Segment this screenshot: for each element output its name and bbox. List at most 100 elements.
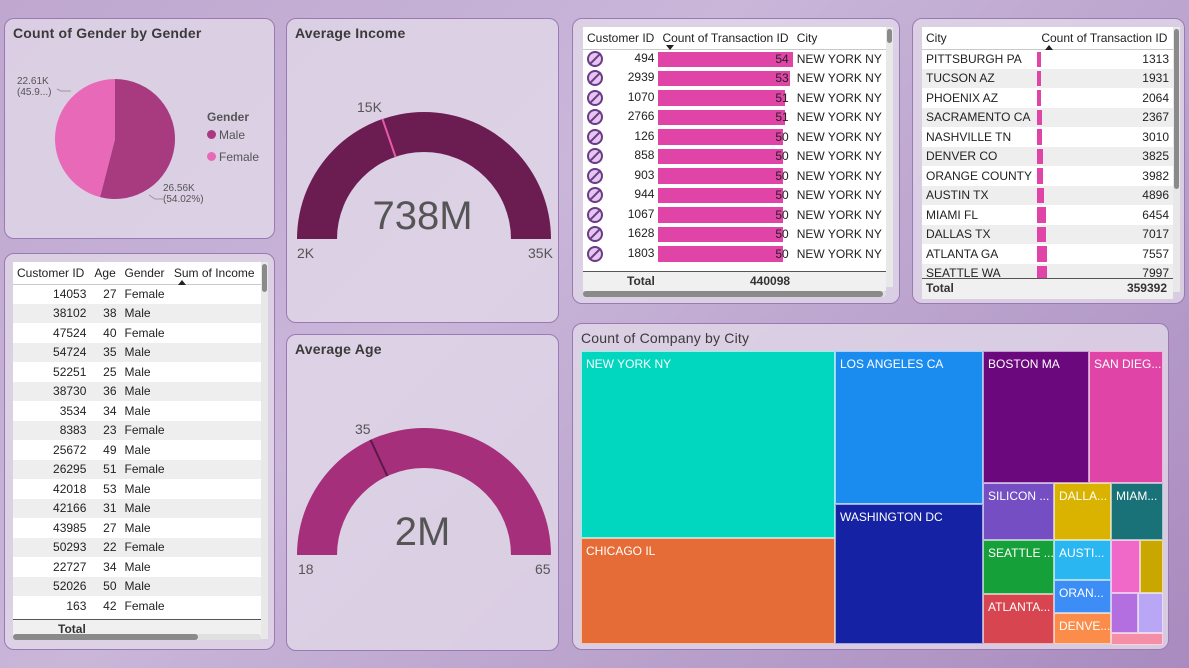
cell-age: 23 (90, 420, 121, 440)
table-row[interactable]: ATLANTA GA 7557 (922, 244, 1173, 264)
pie-legend-item-male[interactable]: Male (207, 128, 259, 142)
table-row[interactable]: 52251 25 Male (13, 362, 261, 382)
table-row[interactable]: 858 50 NEW YORK NY (583, 147, 886, 167)
transaction-table-vscroll[interactable] (886, 27, 893, 287)
filter-icon[interactable] (587, 167, 603, 184)
treemap-cell-sandiego[interactable]: SAN DIEG... (1089, 351, 1163, 483)
filter-icon[interactable] (587, 245, 603, 262)
treemap-cell-s2[interactable] (1140, 540, 1163, 593)
table-row[interactable]: 42166 31 Male (13, 498, 261, 518)
table-row[interactable]: SACRAMENTO CA 2367 (922, 107, 1173, 127)
col-customer-id[interactable]: Customer ID (13, 262, 91, 285)
treemap-cell-losangeles[interactable]: LOS ANGELES CA (835, 351, 983, 504)
table-row[interactable]: 42018 53 Male (13, 479, 261, 499)
treemap-cell-dallas[interactable]: DALLA... (1054, 483, 1111, 540)
gender-pie-card: Count of Gender by Gender 22.61K (45.9..… (4, 18, 275, 239)
table-row[interactable]: 26295 51 Female (13, 459, 261, 479)
pie-legend-item-female[interactable]: Female (207, 150, 259, 164)
treemap-cell-s3[interactable] (1111, 593, 1138, 633)
customer-table-hscroll[interactable] (13, 634, 261, 640)
col-city[interactable]: City (922, 27, 1038, 50)
table-row[interactable]: PITTSBURGH PA 1313 (922, 49, 1173, 69)
table-row[interactable]: 1628 50 NEW YORK NY (583, 225, 886, 245)
treemap-cell-miami[interactable]: MIAM... (1111, 483, 1163, 540)
table-row[interactable]: 22727 34 Male (13, 557, 261, 577)
table-row[interactable]: 494 54 NEW YORK NY (583, 49, 886, 69)
table-row[interactable]: 47524 40 Female (13, 323, 261, 343)
table-row[interactable]: 1070 51 NEW YORK NY (583, 88, 886, 108)
col-txn-customer-id[interactable]: Customer ID (583, 27, 659, 50)
city-table-vscroll-thumb[interactable] (1174, 29, 1179, 189)
table-row[interactable]: 50293 22 Female (13, 537, 261, 557)
filter-icon[interactable] (587, 109, 603, 126)
treemap-cell-chicago[interactable]: CHICAGO IL (581, 538, 835, 644)
table-row[interactable]: DALLAS TX 7017 (922, 224, 1173, 244)
col-sum-income[interactable]: Sum of Income (169, 262, 261, 285)
table-row[interactable]: 8383 23 Female (13, 420, 261, 440)
table-row[interactable]: 14053 27 Female (13, 284, 261, 304)
table-row[interactable]: 3534 34 Male (13, 401, 261, 421)
cell-txn-city: NEW YORK NY (796, 188, 882, 203)
table-row[interactable]: 163 42 Female (13, 596, 261, 616)
cell-txn-count: 50 (658, 147, 792, 167)
table-row[interactable]: 2766 51 NEW YORK NY (583, 108, 886, 128)
treemap-cell-s5[interactable] (1111, 633, 1163, 645)
filter-icon[interactable] (587, 51, 603, 67)
table-row[interactable]: 25672 49 Male (13, 440, 261, 460)
table-row[interactable]: 944 50 NEW YORK NY (583, 186, 886, 206)
table-row[interactable]: TUCSON AZ 1931 (922, 68, 1173, 88)
customer-table-hscroll-thumb[interactable] (13, 634, 198, 640)
treemap-cell-atlanta[interactable]: ATLANTA... (983, 594, 1054, 644)
transaction-table-vscroll-thumb[interactable] (887, 29, 892, 43)
cell-gender: Female (124, 598, 165, 613)
income-gauge-target: 15K (357, 99, 382, 115)
table-row[interactable]: DENVER CO 3825 (922, 146, 1173, 166)
col-txn-count[interactable]: Count of Transaction ID (658, 27, 793, 50)
table-row[interactable]: 38102 38 Male (13, 303, 261, 323)
filter-icon[interactable] (587, 226, 603, 243)
table-row[interactable]: NASHVILLE TN 3010 (922, 127, 1173, 147)
table-row[interactable]: 43985 27 Male (13, 518, 261, 538)
table-row[interactable]: AUSTIN TX 4896 (922, 185, 1173, 205)
treemap-cell-seattle[interactable]: SEATTLE ... (983, 540, 1054, 594)
data-bar (1037, 51, 1041, 67)
cell-gender: Male (120, 342, 170, 362)
filter-icon[interactable] (587, 187, 603, 204)
filter-icon[interactable] (587, 148, 603, 165)
cell-customer-id: 8383 (13, 420, 91, 440)
col-gender[interactable]: Gender (120, 262, 170, 285)
table-row[interactable]: ORANGE COUNTY 3982 (922, 166, 1173, 186)
transaction-table-hscroll[interactable] (583, 291, 886, 297)
filter-icon[interactable] (587, 70, 603, 87)
table-row[interactable]: 126 50 NEW YORK NY (583, 127, 886, 147)
city-table-vscroll[interactable] (1173, 27, 1180, 292)
treemap-cell-austin[interactable]: AUSTI... (1054, 540, 1111, 580)
treemap-cell-s4[interactable] (1138, 593, 1163, 633)
table-row[interactable]: 903 50 NEW YORK NY (583, 166, 886, 186)
filter-icon[interactable] (587, 206, 603, 223)
table-row[interactable]: 1067 50 NEW YORK NY (583, 205, 886, 225)
col-age[interactable]: Age (90, 262, 121, 285)
table-row[interactable]: MIAMI FL 6454 (922, 205, 1173, 225)
treemap-cell-silicon[interactable]: SILICON ... (983, 483, 1054, 540)
treemap-cell-washington[interactable]: WASHINGTON DC (835, 504, 983, 644)
table-row[interactable]: 54724 35 Male (13, 342, 261, 362)
table-row[interactable]: 1803 50 NEW YORK NY (583, 244, 886, 264)
transaction-table-hscroll-thumb[interactable] (583, 291, 883, 297)
table-row[interactable]: 38730 36 Male (13, 381, 261, 401)
treemap-cell-orange[interactable]: ORAN... (1054, 580, 1111, 613)
treemap-cell-boston[interactable]: BOSTON MA (983, 351, 1089, 483)
col-city-count[interactable]: Count of Transaction ID (1037, 27, 1173, 50)
customer-table-vscroll-thumb[interactable] (262, 264, 267, 292)
col-txn-city[interactable]: City (792, 27, 886, 50)
customer-table-vscroll[interactable] (261, 262, 268, 639)
table-row[interactable]: 52026 50 Male (13, 576, 261, 596)
treemap-cell-newyork[interactable]: NEW YORK NY (581, 351, 835, 538)
sort-asc-icon (177, 280, 186, 285)
filter-icon[interactable] (587, 128, 603, 145)
treemap-cell-s1[interactable] (1111, 540, 1140, 593)
table-row[interactable]: 2939 53 NEW YORK NY (583, 69, 886, 89)
table-row[interactable]: PHOENIX AZ 2064 (922, 88, 1173, 108)
treemap-cell-denver[interactable]: DENVE... (1054, 613, 1111, 644)
filter-icon[interactable] (587, 89, 603, 106)
